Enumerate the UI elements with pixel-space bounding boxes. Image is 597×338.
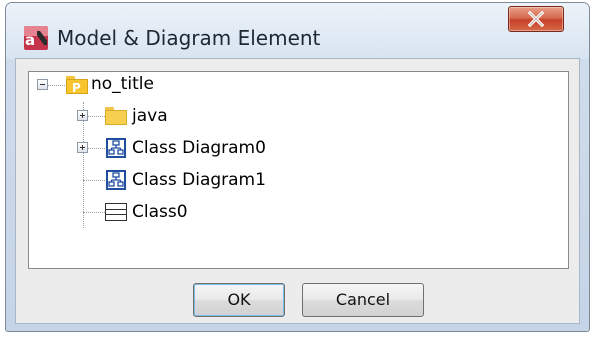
- folder-icon: [105, 107, 127, 125]
- tree-node-label[interactable]: no_title: [91, 74, 154, 94]
- tree-connector: [83, 212, 105, 213]
- dialog-client-area: P no_title java Class Diagram0 Class Dia…: [15, 58, 580, 324]
- close-icon: [527, 11, 545, 27]
- model-tree[interactable]: P no_title java Class Diagram0 Class Dia…: [28, 71, 569, 269]
- collapse-toggle[interactable]: [37, 79, 48, 90]
- expand-toggle[interactable]: [77, 142, 88, 153]
- expand-toggle[interactable]: [77, 110, 88, 121]
- tree-node-label[interactable]: java: [132, 106, 168, 126]
- tree-node-label[interactable]: Class Diagram0: [132, 138, 266, 158]
- window-title: Model & Diagram Element: [57, 26, 321, 50]
- tree-node-label[interactable]: Class0: [132, 202, 188, 222]
- class-diagram-icon: [106, 138, 126, 158]
- title-bar[interactable]: a Model & Diagram Element: [6, 3, 589, 59]
- tree-connector: [47, 85, 65, 86]
- tree-connector: [83, 180, 105, 181]
- tree-node-label[interactable]: Class Diagram1: [132, 170, 266, 190]
- close-button[interactable]: [508, 6, 564, 32]
- class-diagram-icon: [106, 170, 126, 190]
- cancel-button[interactable]: Cancel: [302, 283, 424, 317]
- package-icon: P: [66, 76, 88, 94]
- model-diagram-element-dialog: a Model & Diagram Element P no_title jav…: [5, 2, 590, 332]
- astah-app-icon: a: [24, 26, 48, 50]
- ok-button[interactable]: OK: [193, 283, 285, 317]
- class-icon: [105, 203, 127, 221]
